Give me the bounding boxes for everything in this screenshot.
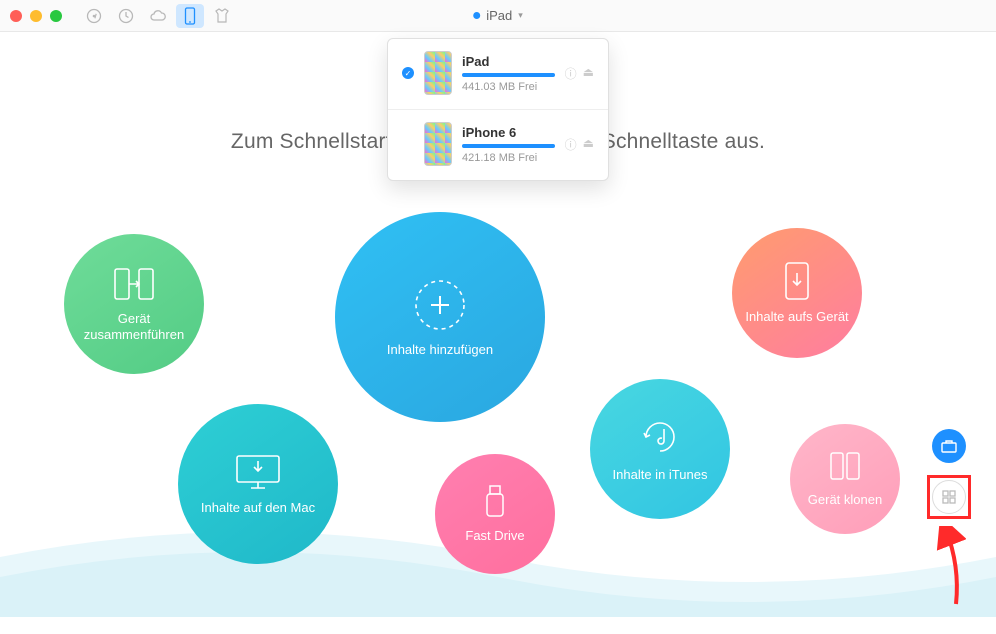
eject-icon[interactable]: ⏏ (583, 65, 594, 82)
device-item-iphone[interactable]: iPhone 6 421.18 MB Frei ⓘ ⏏ (388, 109, 608, 180)
bubble-label: Inhalte auf den Mac (195, 500, 321, 516)
add-content-button[interactable]: Inhalte hinzufügen (335, 212, 545, 422)
device-thumbnail-icon (424, 122, 452, 166)
usb-drive-icon (483, 484, 507, 520)
chevron-down-icon: ▾ (518, 10, 523, 21)
shirt-icon[interactable] (208, 4, 236, 28)
device-free-space: 441.03 MB Frei (462, 81, 555, 93)
selected-device-label: iPad (486, 8, 512, 23)
shortcut-canvas: Gerät zusammenführen Inhalte hinzufügen … (0, 154, 996, 634)
to-device-icon (782, 261, 812, 301)
bubble-label: Inhalte aufs Gerät (739, 309, 854, 325)
eject-icon[interactable]: ⏏ (583, 136, 594, 153)
device-actions: ⓘ ⏏ (565, 136, 594, 153)
monitor-download-icon (233, 452, 283, 492)
annotation-arrow-icon (926, 526, 966, 606)
bubble-label: Gerät klonen (802, 492, 888, 508)
to-itunes-button[interactable]: Inhalte in iTunes (590, 379, 730, 519)
device-icon[interactable] (176, 4, 204, 28)
info-icon[interactable]: ⓘ (565, 65, 577, 82)
maximize-icon[interactable] (50, 10, 62, 22)
bubble-label: Gerät zusammenführen (64, 311, 204, 344)
cloud-icon[interactable] (144, 4, 172, 28)
device-name: iPad (462, 54, 555, 69)
minimize-icon[interactable] (30, 10, 42, 22)
device-free-space: 421.18 MB Frei (462, 152, 555, 164)
itunes-icon[interactable] (80, 4, 108, 28)
status-dot-icon (473, 12, 480, 19)
check-icon: ✓ (402, 67, 414, 79)
check-icon (402, 138, 414, 150)
storage-bar (462, 144, 555, 148)
clock-icon[interactable] (112, 4, 140, 28)
fast-drive-button[interactable]: Fast Drive (435, 454, 555, 574)
close-icon[interactable] (10, 10, 22, 22)
device-item-ipad[interactable]: ✓ iPad 441.03 MB Frei ⓘ ⏏ (388, 39, 608, 109)
device-dropdown: ✓ iPad 441.03 MB Frei ⓘ ⏏ iPhone 6 421.1… (387, 38, 609, 181)
device-name: iPhone 6 (462, 125, 555, 140)
toolbox-icon (941, 439, 957, 453)
device-thumbnail-icon (424, 51, 452, 95)
merge-icon (113, 265, 155, 303)
annotation-highlight (927, 475, 971, 519)
bubble-label: Inhalte in iTunes (607, 467, 714, 483)
bubble-label: Fast Drive (459, 528, 530, 544)
toolbar (80, 4, 236, 28)
window-controls (10, 10, 62, 22)
device-selector[interactable]: iPad ▾ (473, 8, 523, 23)
plus-circle-icon (411, 276, 469, 334)
device-actions: ⓘ ⏏ (565, 65, 594, 82)
storage-bar (462, 73, 555, 77)
clone-icon (827, 450, 863, 484)
merge-device-button[interactable]: Gerät zusammenführen (64, 234, 204, 374)
clone-device-button[interactable]: Gerät klonen (790, 424, 900, 534)
bubble-label: Inhalte hinzufügen (381, 342, 499, 358)
toolbox-button[interactable] (932, 429, 966, 463)
titlebar: iPad ▾ (0, 0, 996, 32)
to-mac-button[interactable]: Inhalte auf den Mac (178, 404, 338, 564)
itunes-arrow-icon (638, 415, 682, 459)
info-icon[interactable]: ⓘ (565, 136, 577, 153)
to-device-button[interactable]: Inhalte aufs Gerät (732, 228, 862, 358)
